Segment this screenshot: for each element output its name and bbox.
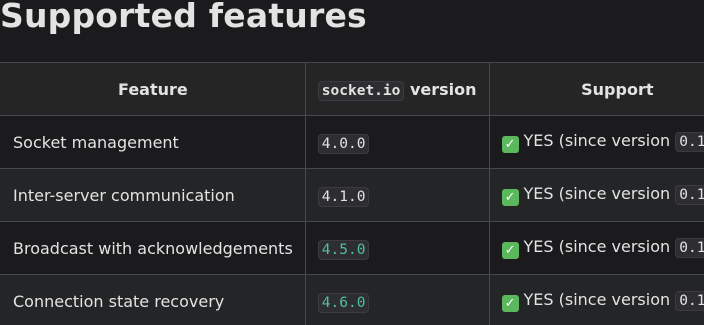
header-support: Support (488, 62, 704, 116)
support-text: YES (since version (523, 237, 671, 256)
support-version-code: 0.1.0 (675, 291, 704, 311)
header-version-code: socket.io (317, 80, 405, 101)
support-text: YES (since version (523, 131, 671, 150)
version-cell: 4.1.0 (304, 168, 490, 222)
table-row: Broadcast with acknowledgements 4.5.0 ✓ Y… (0, 221, 704, 275)
version-cell: 4.6.0 (304, 274, 490, 325)
support-cell: ✓YES (since version 0.1.0) (488, 221, 704, 275)
support-version-code: 0.1.0 (675, 185, 704, 205)
support-cell: ✓YES (since version 0.1.0) (488, 168, 704, 222)
check-mark-icon: ✓ (501, 242, 519, 259)
version-cell: 4.0.0 (304, 115, 490, 169)
table-header-row: Feature socket.io version Support (0, 62, 704, 116)
support-text: YES (since version (523, 184, 671, 203)
page-title: Supported features (0, 0, 367, 35)
support-cell: ✓YES (since version 0.1.0) (488, 115, 704, 169)
table-row: Connection state recovery 4.6.0 ✓ YES (si… (0, 274, 704, 325)
header-version-label: version (409, 79, 477, 99)
support-version-code: 0.1.0 (675, 132, 704, 152)
table-row: Inter-server communication 4.1.0 ✓ YES (s… (0, 168, 704, 222)
feature-cell: Connection state recovery (0, 274, 306, 325)
version-cell: 4.5.0 (304, 221, 490, 275)
check-mark-icon: ✓ (501, 295, 519, 312)
feature-cell: Socket management (0, 115, 306, 169)
features-table: Feature socket.io version Support Socket… (0, 62, 704, 325)
support-version-code: 0.1.0 (675, 238, 704, 258)
header-feature: Feature (0, 62, 306, 116)
page: Supported features Feature socket.io ver… (0, 0, 704, 325)
version-code: 4.1.0 (317, 186, 370, 207)
version-code: 4.6.0 (317, 292, 370, 313)
support-cell: ✓YES (since version 0.1.0) (488, 274, 704, 325)
version-code: 4.0.0 (317, 133, 370, 154)
table-row: Socket management 4.0.0 ✓ YES (since vers… (0, 115, 704, 169)
support-text: YES (since version (523, 290, 671, 309)
check-mark-icon: ✓ (501, 189, 519, 206)
version-code: 4.5.0 (317, 239, 370, 260)
feature-cell: Inter-server communication (0, 168, 306, 222)
header-version: socket.io version (304, 62, 490, 116)
check-mark-icon: ✓ (501, 136, 519, 153)
feature-cell: Broadcast with acknowledgements (0, 221, 306, 275)
